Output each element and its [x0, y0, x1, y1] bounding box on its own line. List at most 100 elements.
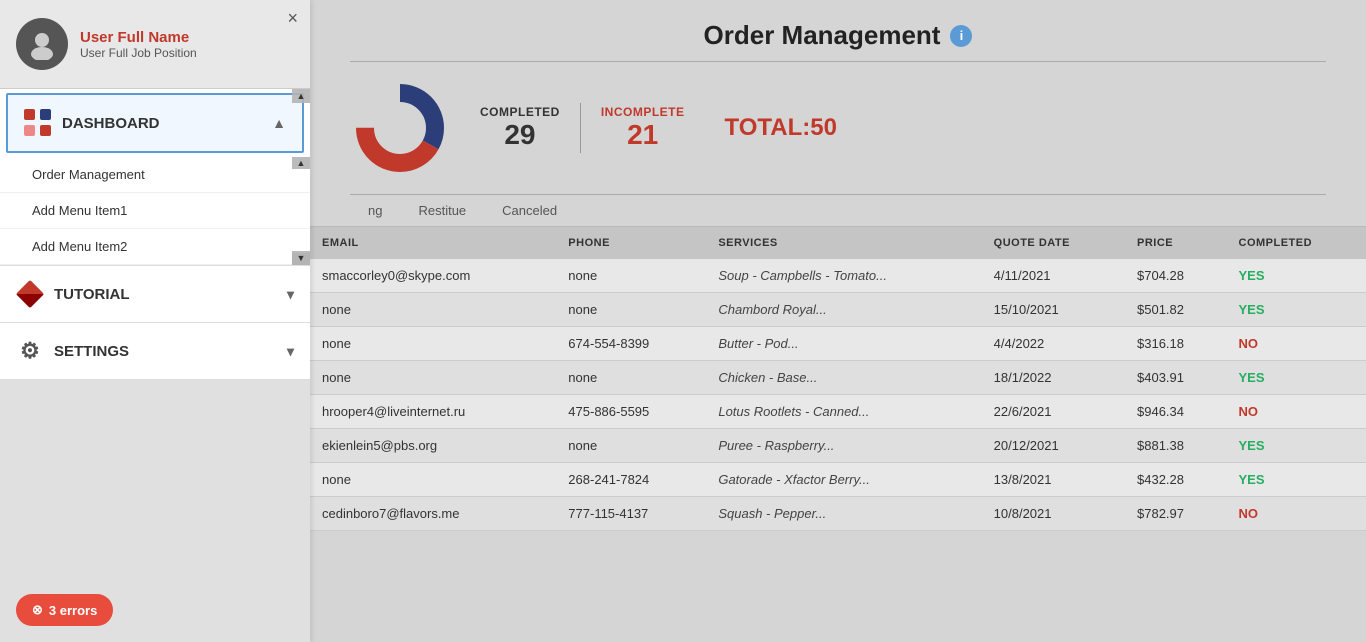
table-row[interactable]: cedinboro7@flavors.me 777-115-4137 Squas…: [310, 497, 1366, 531]
sidebar: User Full Name User Full Job Position × …: [0, 0, 310, 642]
nav-scroll-up[interactable]: ▲: [292, 89, 310, 103]
nav-dashboard[interactable]: DASHBOARD ▲: [6, 93, 304, 153]
nav-settings-section: ⚙ SETTINGS ▾: [0, 323, 310, 380]
nav-tutorial-section: TUTORIAL ▾: [0, 266, 310, 323]
cell-service: Gatorade - Xfactor Berry...: [706, 463, 981, 497]
dash-sq-4: [40, 125, 51, 136]
stats-area: COMPLETED 29 INCOMPLETE 21 TOTAL:50: [310, 62, 1366, 194]
cell-date: 18/1/2022: [982, 361, 1125, 395]
total-label: TOTAL:: [725, 114, 811, 141]
dashboard-icon: [24, 109, 52, 137]
nav-sub-scroll-wrap: ▲ Order Management Add Menu Item1 Add Me…: [0, 157, 310, 265]
table-row[interactable]: none 674-554-8399 Butter - Pod... 4/4/20…: [310, 327, 1366, 361]
cell-service: Chicken - Base...: [706, 361, 981, 395]
tutorial-chevron: ▾: [287, 286, 294, 303]
cell-phone: none: [556, 429, 706, 463]
cell-price: $704.28: [1125, 259, 1226, 293]
nav-settings[interactable]: ⚙ SETTINGS ▾: [0, 323, 310, 379]
cell-price: $432.28: [1125, 463, 1226, 497]
dashboard-chevron: ▲: [272, 115, 286, 131]
nav-sub-items: Order Management Add Menu Item1 Add Menu…: [0, 157, 310, 265]
error-badge[interactable]: ⊗ 3 errors: [16, 594, 113, 626]
table-row[interactable]: hrooper4@liveinternet.ru 475-886-5595 Lo…: [310, 395, 1366, 429]
cell-service: Chambord Royal...: [706, 293, 981, 327]
cell-email: none: [310, 463, 556, 497]
tab-restitue[interactable]: Restitue: [400, 195, 484, 226]
cell-price: $316.18: [1125, 327, 1226, 361]
main-content: Order Management i COMPLETED 29: [310, 0, 1366, 642]
page-header: Order Management i: [310, 0, 1366, 61]
stats-numbers: COMPLETED 29 INCOMPLETE 21 TOTAL:50: [480, 103, 837, 153]
nav-add-menu-item2[interactable]: Add Menu Item2: [0, 229, 310, 265]
table-header-row: EMAIL PHONE SERVICES QUOTE DATE PRICE CO…: [310, 227, 1366, 259]
cell-date: 22/6/2021: [982, 395, 1125, 429]
nav-dashboard-label: DASHBOARD: [62, 115, 160, 132]
cell-service: Squash - Pepper...: [706, 497, 981, 531]
col-services: SERVICES: [706, 227, 981, 259]
dash-sq-2: [40, 109, 51, 120]
cell-completed: NO: [1227, 395, 1366, 429]
cell-date: 20/12/2021: [982, 429, 1125, 463]
info-icon[interactable]: i: [950, 25, 972, 47]
cell-email: ekienlein5@pbs.org: [310, 429, 556, 463]
cell-phone: 777-115-4137: [556, 497, 706, 531]
nav-add-menu-item1[interactable]: Add Menu Item1: [0, 193, 310, 229]
error-icon: ⊗: [32, 602, 43, 618]
cell-completed: YES: [1227, 463, 1366, 497]
incomplete-label: INCOMPLETE: [601, 105, 685, 119]
cell-price: $782.97: [1125, 497, 1226, 531]
cell-price: $946.34: [1125, 395, 1226, 429]
cell-phone: none: [556, 361, 706, 395]
gear-icon: ⚙: [16, 337, 44, 365]
nav-settings-label: SETTINGS: [54, 343, 129, 360]
user-profile: User Full Name User Full Job Position ×: [0, 0, 310, 89]
table-row[interactable]: ekienlein5@pbs.org none Puree - Raspberr…: [310, 429, 1366, 463]
stat-divider: [580, 103, 581, 153]
cell-phone: none: [556, 293, 706, 327]
cell-service: Puree - Raspberry...: [706, 429, 981, 463]
nav-tutorial-label: TUTORIAL: [54, 286, 130, 303]
col-phone: PHONE: [556, 227, 706, 259]
table-row[interactable]: smaccorley0@skype.com none Soup - Campbe…: [310, 259, 1366, 293]
nav-scroll-down[interactable]: ▼: [292, 251, 310, 265]
cell-date: 15/10/2021: [982, 293, 1125, 327]
cell-completed: NO: [1227, 497, 1366, 531]
cell-email: none: [310, 327, 556, 361]
nav-dashboard-section: ▲ DASHBOARD ▲ ▲ Order Management Add Men…: [0, 89, 310, 266]
tab-ng[interactable]: ng: [350, 195, 400, 226]
cell-completed: YES: [1227, 293, 1366, 327]
sub-scroll-up[interactable]: ▲: [292, 157, 310, 169]
cell-service: Soup - Campbells - Tomato...: [706, 259, 981, 293]
table-row[interactable]: none none Chambord Royal... 15/10/2021 $…: [310, 293, 1366, 327]
cell-email: smaccorley0@skype.com: [310, 259, 556, 293]
table-row[interactable]: none none Chicken - Base... 18/1/2022 $4…: [310, 361, 1366, 395]
cell-phone: 674-554-8399: [556, 327, 706, 361]
donut-center: [378, 106, 422, 150]
nav-tutorial[interactable]: TUTORIAL ▾: [0, 266, 310, 322]
table-row[interactable]: none 268-241-7824 Gatorade - Xfactor Ber…: [310, 463, 1366, 497]
cell-completed: NO: [1227, 327, 1366, 361]
donut-chart: [350, 78, 450, 178]
cell-phone: none: [556, 259, 706, 293]
cell-completed: YES: [1227, 429, 1366, 463]
cell-date: 13/8/2021: [982, 463, 1125, 497]
cell-date: 10/8/2021: [982, 497, 1125, 531]
cell-price: $501.82: [1125, 293, 1226, 327]
total-stat: TOTAL:50: [725, 114, 837, 142]
tab-canceled[interactable]: Canceled: [484, 195, 575, 226]
cell-date: 4/11/2021: [982, 259, 1125, 293]
cell-completed: YES: [1227, 361, 1366, 395]
cell-service: Butter - Pod...: [706, 327, 981, 361]
table-body: smaccorley0@skype.com none Soup - Campbe…: [310, 259, 1366, 531]
close-button[interactable]: ×: [287, 8, 298, 29]
nav-order-management[interactable]: Order Management: [0, 157, 310, 193]
cell-phone: 475-886-5595: [556, 395, 706, 429]
cell-email: none: [310, 361, 556, 395]
cell-email: cedinboro7@flavors.me: [310, 497, 556, 531]
incomplete-value: 21: [601, 119, 685, 151]
user-name: User Full Name: [80, 29, 197, 46]
cell-price: $881.38: [1125, 429, 1226, 463]
total-value: 50: [810, 114, 837, 141]
user-job: User Full Job Position: [80, 46, 197, 60]
tabs-bar: ng Restitue Canceled: [310, 195, 1366, 227]
